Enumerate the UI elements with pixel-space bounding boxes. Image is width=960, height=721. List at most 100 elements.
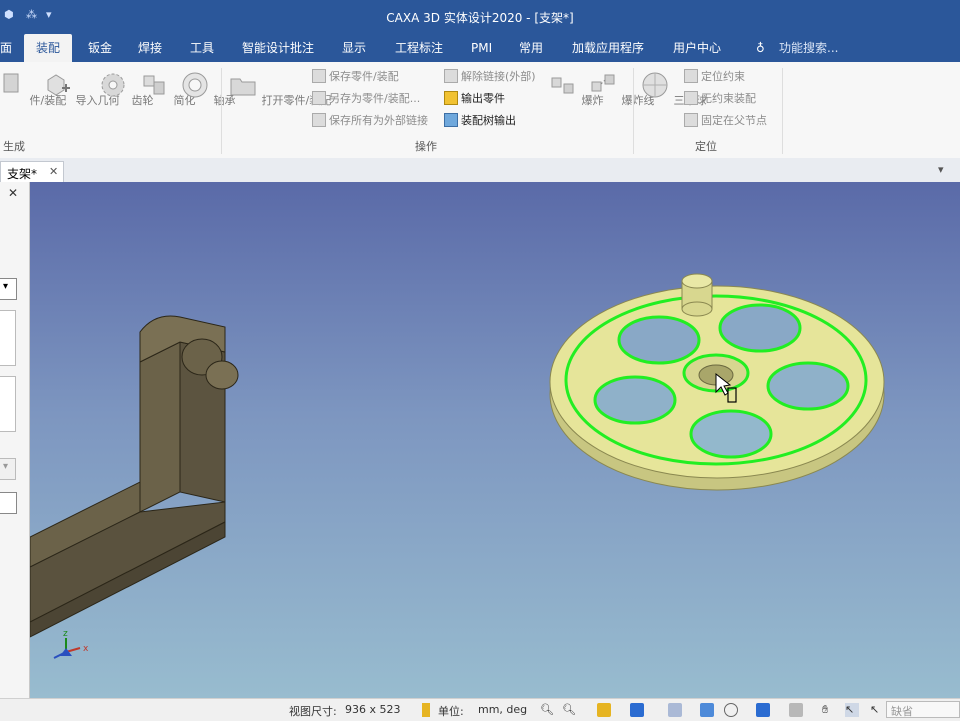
document-tab[interactable]: 支架* ✕ xyxy=(0,161,64,183)
part-assembly-button[interactable]: 件/装配 xyxy=(0,70,66,108)
section-view-icon[interactable] xyxy=(700,703,714,717)
unlink-icon xyxy=(444,69,458,83)
scene: z x xyxy=(30,273,885,659)
import-geometry-button[interactable]: 导入几何 xyxy=(42,70,120,108)
simplify-button[interactable]: 简化 xyxy=(140,70,196,108)
explode-line-icon xyxy=(591,74,615,92)
selection-filter-icon[interactable] xyxy=(668,703,682,717)
group-separator xyxy=(782,68,783,154)
panel-list-box[interactable] xyxy=(0,310,16,366)
panel-dropdown[interactable]: ▾ xyxy=(0,278,17,300)
export-tree-button[interactable]: 装配树输出 xyxy=(444,112,516,130)
render-style-icon[interactable] xyxy=(597,703,611,717)
open-part-assembly-button[interactable]: 打开零件/装配 xyxy=(228,70,331,108)
save-as-button[interactable]: 另存为零件/装配... xyxy=(312,90,420,108)
tab-engineering-annotation[interactable]: 工程标注 xyxy=(395,34,443,62)
triball-button[interactable]: 三维球 xyxy=(640,70,707,108)
tab-common[interactable]: 常用 xyxy=(519,34,543,62)
zoom-area-icon[interactable]: 🔍︎ xyxy=(562,703,576,717)
explode-button[interactable]: 爆炸 xyxy=(548,70,604,108)
save-all-external-button[interactable]: 保存所有为外部链接 xyxy=(312,112,428,130)
simplify-icon xyxy=(143,75,165,95)
tab-sheet-metal[interactable]: 钣金 xyxy=(88,34,112,62)
tab-pmi[interactable]: PMI xyxy=(471,34,492,62)
units-icon xyxy=(422,703,430,717)
bearing-button[interactable]: 轴承 xyxy=(180,70,236,108)
unconstrained-icon xyxy=(684,91,698,105)
gear-button[interactable]: 齿轮 xyxy=(98,70,154,108)
view-cube-icon[interactable] xyxy=(630,703,644,717)
triball-icon xyxy=(642,72,668,98)
tab-overflow-icon[interactable]: ▾ xyxy=(938,163,944,176)
view-size-label: 视图尺寸: xyxy=(289,705,337,718)
bracket-part[interactable] xyxy=(30,315,239,638)
save-as-icon xyxy=(312,91,326,105)
save-part-button[interactable]: 保存零件/装配 xyxy=(312,68,399,86)
export-part-icon xyxy=(444,91,458,105)
tab-load-apps[interactable]: 加载应用程序 xyxy=(572,34,644,62)
explode-icon xyxy=(551,77,574,94)
tab-welding[interactable]: 焊接 xyxy=(138,34,162,62)
explode-line-button[interactable]: 爆炸线 xyxy=(588,70,655,108)
save-part-icon xyxy=(312,69,326,83)
group-separator xyxy=(633,68,634,154)
assembly-tree-icon xyxy=(444,113,458,127)
import-geometry-icon xyxy=(47,74,70,96)
locate-constraint-button[interactable]: 定位约束 xyxy=(684,68,745,86)
select-arrow-icon[interactable]: ↖ xyxy=(845,703,859,717)
units-label: 单位: xyxy=(438,705,464,718)
tab-user-center[interactable]: 用户中心 xyxy=(673,34,721,62)
bearing-icon xyxy=(182,72,208,98)
tab-tools[interactable]: 工具 xyxy=(190,34,214,62)
ribbon: 件/装配 导入几何 齿轮 简化 轴承 生成 打开零件/装配 保存零件/装配 另存… xyxy=(0,62,960,159)
pointer-icon[interactable]: ↖ xyxy=(870,703,884,717)
window-title: CAXA 3D 实体设计2020 - [支架*] xyxy=(386,11,574,25)
document-tab-label: 支架* xyxy=(7,167,38,181)
zoom-icon[interactable]: 🔍︎ xyxy=(540,703,554,717)
orbit-icon[interactable] xyxy=(724,703,738,717)
standard-view-icon[interactable] xyxy=(756,703,770,717)
tab-display[interactable]: 显示 xyxy=(342,34,366,62)
constraint-icon xyxy=(684,69,698,83)
tab-smart-annotation[interactable]: 智能设计批注 xyxy=(242,34,314,62)
unconstrained-assembly-button[interactable]: 无约束装配 xyxy=(684,90,756,108)
status-bar: 视图尺寸: 936 x 523 单位: mm, deg 🔍︎ 🔍︎ ✋︎ ↖ ↖… xyxy=(0,698,960,721)
tab-assembly[interactable]: 装配 xyxy=(24,34,72,62)
fix-at-parent-button[interactable]: 固定在父节点 xyxy=(684,112,767,130)
view-size-value: 936 x 523 xyxy=(345,703,401,716)
document-tab-strip: 支架* ✕ ▾ xyxy=(0,158,960,183)
group-label-position: 定位 xyxy=(695,140,717,153)
units-value[interactable]: mm, deg xyxy=(478,703,527,716)
design-tree-panel: ✕ ▾ ▾ xyxy=(0,182,30,698)
axis-triad-icon xyxy=(53,638,81,659)
close-icon[interactable]: ✕ xyxy=(49,165,58,178)
lightbulb-icon: ♁ xyxy=(756,41,765,55)
panel-close-icon[interactable]: ✕ xyxy=(8,186,18,200)
tab-surface[interactable]: 面 xyxy=(0,34,12,62)
filter-select[interactable]: 缺省 xyxy=(886,701,960,718)
feature-search[interactable]: 功能搜索... xyxy=(779,34,838,62)
menu-bar: 面 装配 钣金 焊接 工具 智能设计批注 显示 工程标注 PMI 常用 加载应用… xyxy=(0,34,960,62)
save-all-icon xyxy=(312,113,326,127)
axis-x-label: x xyxy=(83,644,89,654)
panel-dropdown[interactable]: ▾ xyxy=(0,458,16,480)
3d-viewport[interactable]: z x xyxy=(30,182,960,698)
title-bar: ⬢ ⁂ ▾ CAXA 3D 实体设计2020 - [支架*] xyxy=(0,0,960,34)
chevron-down-icon: ▾ xyxy=(3,461,9,472)
display-mode-icon[interactable] xyxy=(789,703,803,717)
fix-icon xyxy=(684,113,698,127)
gear-icon xyxy=(101,73,125,97)
axis-z-label: z xyxy=(63,629,68,639)
panel-list-box[interactable] xyxy=(0,376,16,432)
group-separator xyxy=(221,68,222,154)
part-icon xyxy=(3,73,19,93)
unlink-external-button[interactable]: 解除链接(外部) xyxy=(444,68,536,86)
filter-select-value: 缺省 xyxy=(891,705,913,718)
export-part-button[interactable]: 输出零件 xyxy=(444,90,505,108)
chevron-down-icon: ▾ xyxy=(3,281,9,292)
group-label-generate: 生成 xyxy=(3,140,25,153)
pan-icon[interactable]: ✋︎ xyxy=(822,703,836,717)
folder-icon xyxy=(230,78,256,96)
group-label-operate: 操作 xyxy=(415,140,437,153)
panel-input[interactable] xyxy=(0,492,17,514)
